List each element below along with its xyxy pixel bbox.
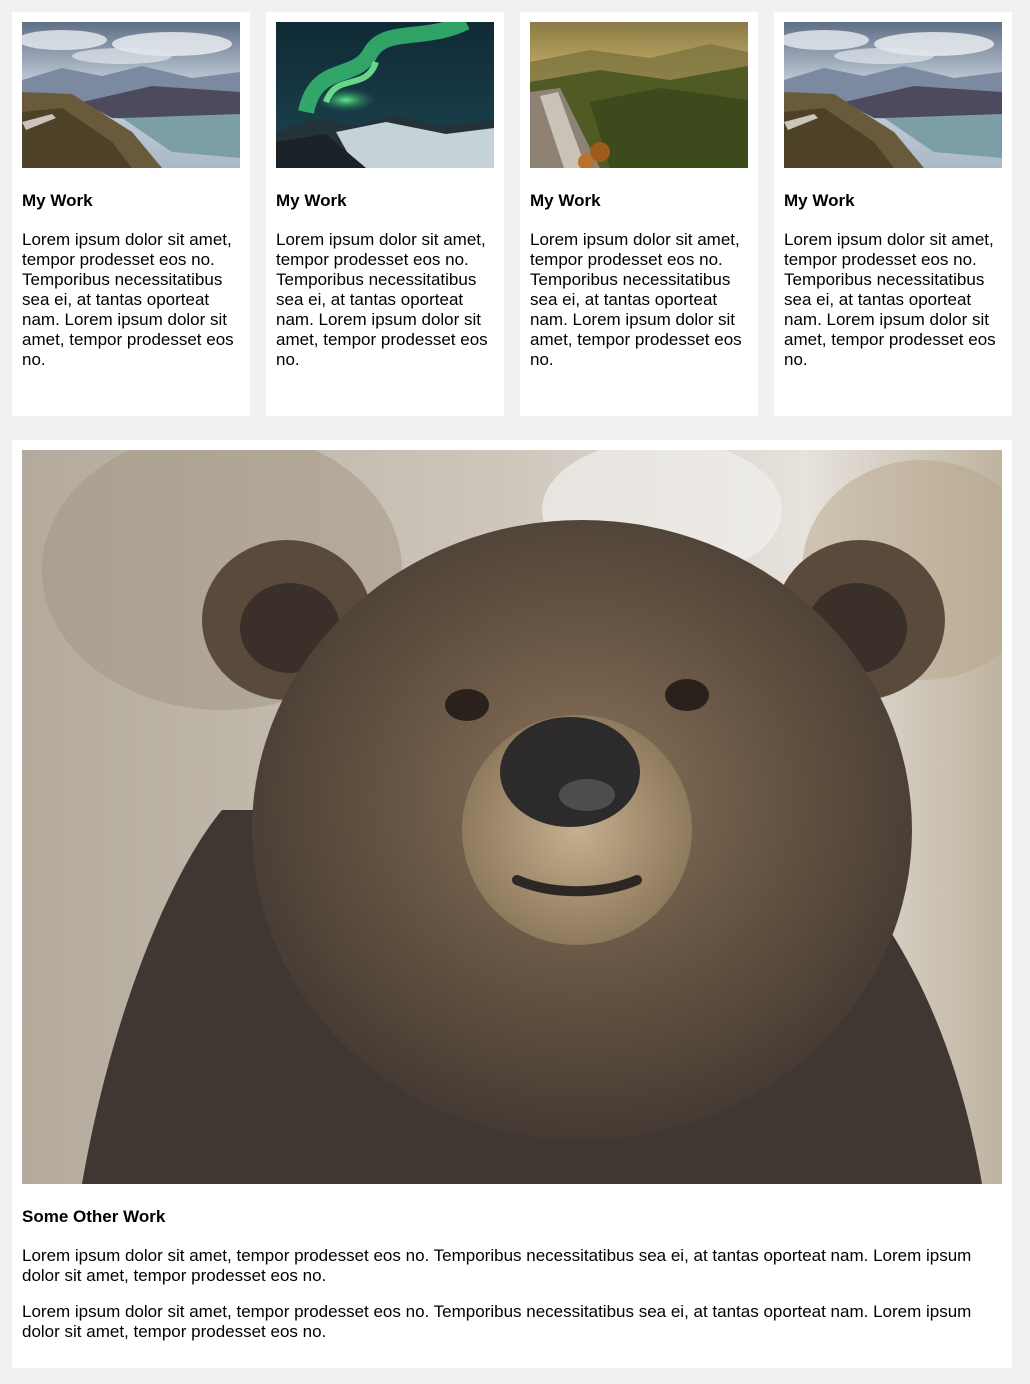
card-text: Lorem ipsum dolor sit amet, tempor prode…: [530, 230, 742, 369]
card-title: My Work: [784, 191, 855, 210]
bear-photo: [22, 450, 1002, 1184]
card-text: Lorem ipsum dolor sit amet, tempor prode…: [784, 230, 996, 369]
work-card: My Work Lorem ipsum dolor sit amet, temp…: [266, 12, 504, 416]
forest-valley-photo: [530, 22, 748, 168]
feature-paragraph: Lorem ipsum dolor sit amet, tempor prode…: [22, 1302, 972, 1341]
card-title: My Work: [22, 191, 93, 210]
card-title: My Work: [530, 191, 601, 210]
work-card: My Work Lorem ipsum dolor sit amet, temp…: [774, 12, 1012, 416]
feature-paragraph: Lorem ipsum dolor sit amet, tempor prode…: [22, 1246, 972, 1285]
card-title: My Work: [276, 191, 347, 210]
mountain-lake-photo: [22, 22, 240, 168]
work-card-grid: My Work Lorem ipsum dolor sit amet, temp…: [12, 12, 1012, 416]
northern-lights-photo: [276, 22, 494, 168]
card-text: Lorem ipsum dolor sit amet, tempor prode…: [22, 230, 234, 369]
work-card: My Work Lorem ipsum dolor sit amet, temp…: [12, 12, 250, 416]
work-card: My Work Lorem ipsum dolor sit amet, temp…: [520, 12, 758, 416]
feature-card: Some Other Work Lorem ipsum dolor sit am…: [12, 440, 1012, 1368]
mountain-lake-photo: [784, 22, 1002, 168]
feature-title: Some Other Work: [22, 1207, 166, 1226]
card-text: Lorem ipsum dolor sit amet, tempor prode…: [276, 230, 488, 369]
